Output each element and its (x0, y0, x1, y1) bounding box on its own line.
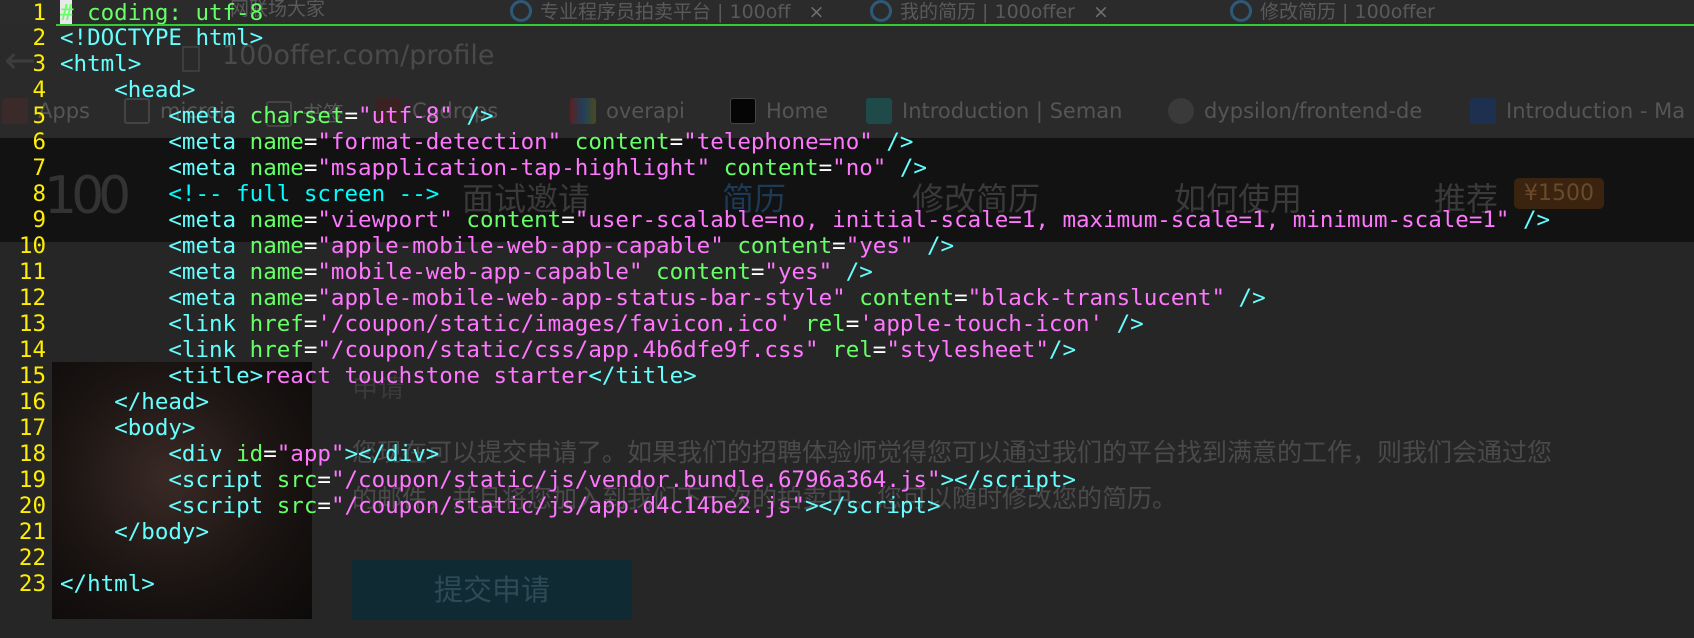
code-line: 12 <meta name="apple-mobile-web-app-stat… (0, 284, 1694, 312)
attr-value: "apple-mobile-web-app-status-bar-style" (317, 285, 846, 311)
html-close-tag: </html> (60, 571, 155, 597)
line-number: 20 (18, 493, 46, 519)
attr-value: "format-detection" (317, 129, 562, 155)
code-line: 3 <html> (0, 50, 1694, 78)
code-line: 2 <!DOCTYPE html> (0, 24, 1694, 52)
line-number: 16 (18, 389, 46, 415)
code-line: 21 </body> (0, 518, 1694, 546)
attr-value: "mobile-web-app-capable" (317, 259, 643, 285)
line-number: 6 (32, 129, 46, 155)
code-line: 7 <meta name="msapplication-tap-highligh… (0, 154, 1694, 182)
code-line: 9 <meta name="viewport" content="user-sc… (0, 206, 1694, 234)
code-line: 10 <meta name="apple-mobile-web-app-capa… (0, 232, 1694, 260)
cursor-line-highlight (56, 24, 1694, 26)
code-line: 14 <link href="/coupon/static/css/app.4b… (0, 336, 1694, 364)
comment-text: # coding: utf-8 (60, 0, 264, 26)
html-comment: <!-- full screen --> (168, 181, 440, 207)
attr-value: "black-translucent" (967, 285, 1226, 311)
code-line: 15 <title>react touchstone starter</titl… (0, 362, 1694, 390)
line-number: 19 (18, 467, 46, 493)
html-tag: <html> (60, 51, 142, 77)
line-number: 12 (18, 285, 46, 311)
title-text: react touchstone starter (263, 363, 589, 389)
line-number: 17 (18, 415, 46, 441)
line-number: 3 (32, 51, 46, 77)
body-close-tag: </body> (114, 519, 210, 545)
attr-value: 'apple-touch-icon' (859, 311, 1104, 337)
code-line: 6 <meta name="format-detection" content=… (0, 128, 1694, 156)
head-tag: <head> (114, 77, 196, 103)
body-tag: <body> (114, 415, 196, 441)
code-line: 17 <body> (0, 414, 1694, 442)
code-line: 23 </html> (0, 570, 1694, 598)
attr-value: "app" (276, 441, 345, 467)
attr-value: "telephone=no" (683, 129, 873, 155)
attr-value: "apple-mobile-web-app-capable" (317, 233, 724, 259)
attr-value: "/coupon/static/js/vendor.bundle.6796a36… (330, 467, 941, 493)
attr-value: "utf-8" (358, 103, 453, 129)
line-number: 7 (32, 155, 46, 181)
attr-value: "no" (832, 155, 887, 181)
attr-value: "/coupon/static/js/app.d4c14be2.js" (330, 493, 806, 519)
line-number: 11 (18, 259, 46, 285)
attr-value: "msapplication-tap-highlight" (317, 155, 711, 181)
code-line: 11 <meta name="mobile-web-app-capable" c… (0, 258, 1694, 286)
attr-value: "viewport" (317, 207, 453, 233)
code-line: 20 <script src="/coupon/static/js/app.d4… (0, 492, 1694, 520)
line-number: 18 (18, 441, 46, 467)
line-number: 10 (18, 233, 46, 259)
code-line: 5 <meta charset="utf-8" /> (0, 102, 1694, 130)
attr-value: "stylesheet" (886, 337, 1049, 363)
attr-value: "user-scalable=no, initial-scale=1, maxi… (574, 207, 1510, 233)
line-number: 14 (18, 337, 46, 363)
line-number: 4 (32, 77, 46, 103)
attr-value: "yes" (845, 233, 914, 259)
line-number: 23 (18, 571, 46, 597)
line-number: 2 (32, 25, 46, 51)
code-line: 1 # coding: utf-8 (0, 0, 1694, 26)
line-number: 15 (18, 363, 46, 389)
code-line: 22 (0, 544, 1694, 572)
doctype-tag: <!DOCTYPE html> (60, 25, 264, 51)
code-line: 16 </head> (0, 388, 1694, 416)
line-number: 5 (32, 103, 46, 129)
line-number: 8 (32, 181, 46, 207)
head-close-tag: </head> (114, 389, 210, 415)
code-editor[interactable]: 1 # coding: utf-8 2 <!DOCTYPE html> 3 <html… (0, 0, 1694, 638)
code-line: 8 <!-- full screen --> (0, 180, 1694, 208)
code-line: 18 <div id="app"></div> (0, 440, 1694, 468)
line-number: 13 (18, 311, 46, 337)
attr-value: '/coupon/static/images/favicon.ico' (317, 311, 792, 337)
line-number: 9 (32, 207, 46, 233)
attr-value: "yes" (764, 259, 833, 285)
attr-name: charset (249, 103, 345, 129)
attr-value: "/coupon/static/css/app.4b6dfe9f.css" (317, 337, 819, 363)
line-number: 1 (32, 0, 46, 26)
code-line: 13 <link href='/coupon/static/images/fav… (0, 310, 1694, 338)
line-number: 22 (18, 545, 46, 571)
line-number: 21 (18, 519, 46, 545)
code-line: 4 <head> (0, 76, 1694, 104)
code-line: 19 <script src="/coupon/static/js/vendor… (0, 466, 1694, 494)
